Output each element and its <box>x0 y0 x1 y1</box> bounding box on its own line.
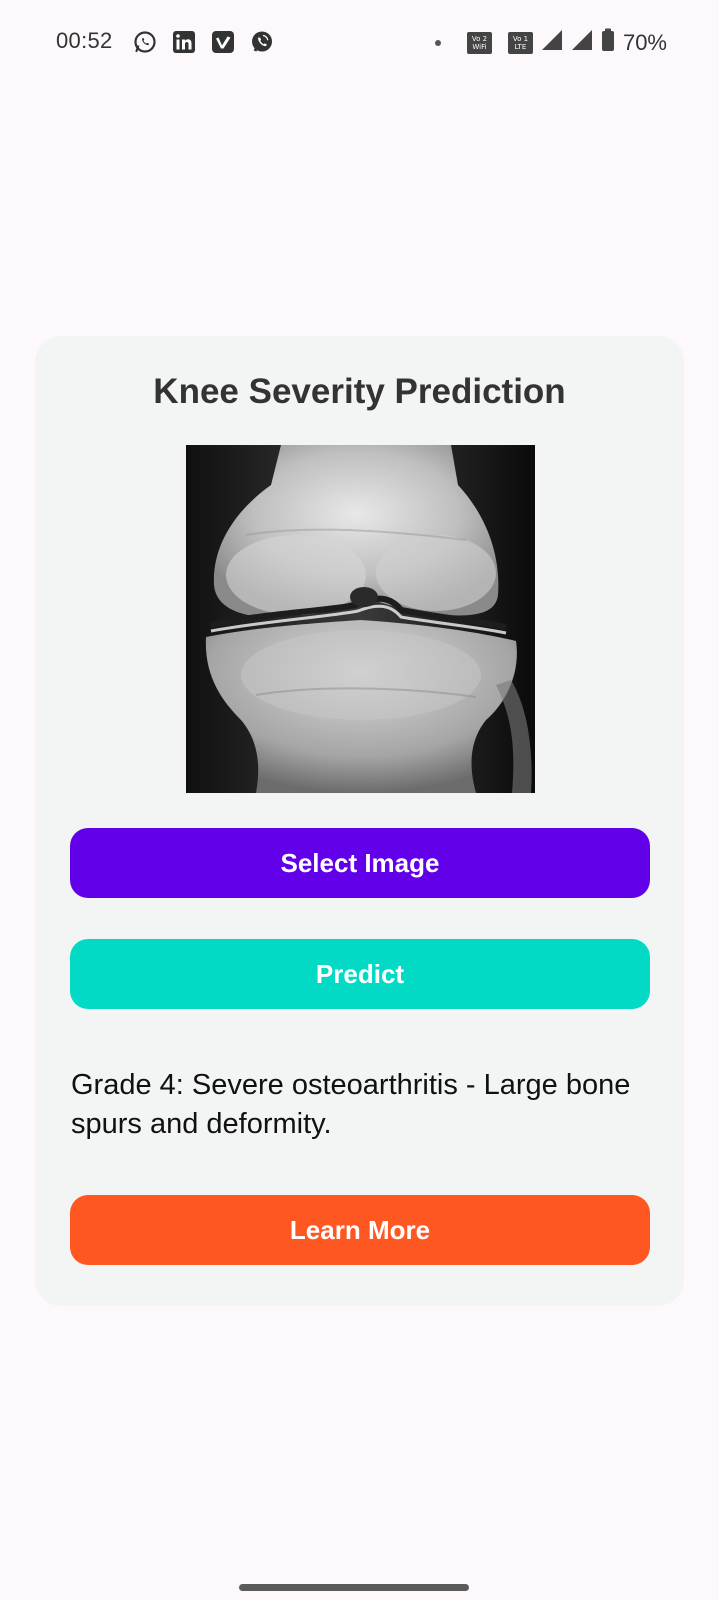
page-title: Knee Severity Prediction <box>153 372 566 411</box>
linkedin-icon <box>171 29 196 54</box>
notification-icons <box>132 29 274 54</box>
status-time: 00:52 <box>56 28 113 53</box>
home-gesture-bar[interactable] <box>239 1584 469 1591</box>
signal-1-icon <box>541 29 563 56</box>
vimeo-icon <box>210 29 235 54</box>
select-image-button[interactable]: Select Image <box>70 828 650 898</box>
knee-xray-image <box>186 445 535 793</box>
system-status-icons: Vo 2 WiFi Vo 1 LTE 70% <box>434 28 667 57</box>
prediction-card: Knee Severity Prediction Select Image Pr… <box>35 336 684 1306</box>
viber-icon <box>249 29 274 54</box>
battery-percentage: 70% <box>622 29 667 55</box>
volte-bottom-label: LTE <box>514 42 527 51</box>
notification-dot <box>434 39 441 46</box>
volte-icon: Vo 1 LTE <box>507 31 533 54</box>
predict-button[interactable]: Predict <box>70 939 650 1009</box>
prediction-result-text: Grade 4: Severe osteoarthritis - Large b… <box>71 1069 631 1140</box>
vowifi-top-label: Vo 2 <box>471 34 488 43</box>
volte-top-label: Vo 1 <box>512 34 529 43</box>
vowifi-bottom-label: WiFi <box>472 42 487 51</box>
status-bar: 00:52 Vo 2 WiFi Vo 1 LTE 70% <box>0 0 719 86</box>
signal-2-icon <box>571 29 593 56</box>
whatsapp-icon <box>132 29 157 54</box>
battery-icon <box>601 28 615 57</box>
learn-more-button[interactable]: Learn More <box>70 1195 650 1265</box>
vowifi-icon: Vo 2 WiFi <box>466 31 492 54</box>
